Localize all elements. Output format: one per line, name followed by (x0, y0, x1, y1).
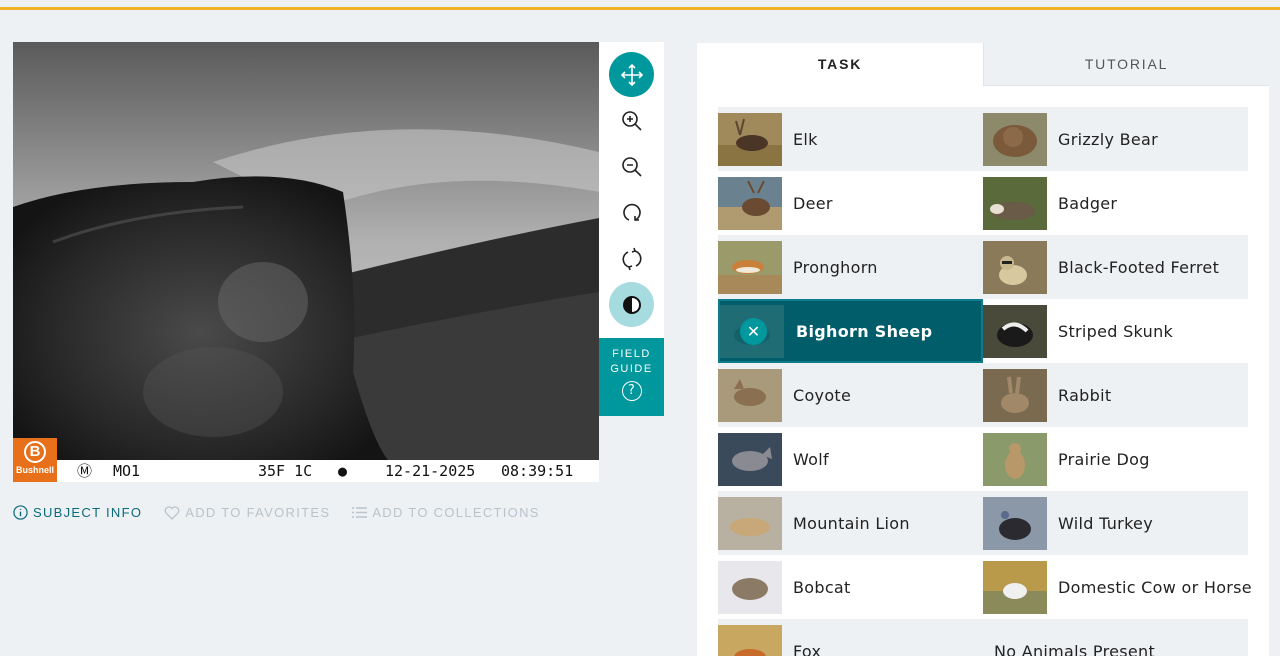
field-guide-button[interactable]: FIELD GUIDE ? (599, 338, 664, 416)
rotate-icon (622, 203, 641, 221)
choice-wolf[interactable]: Wolf (718, 427, 983, 491)
choice-elk[interactable]: Elk (718, 107, 983, 171)
task-tabs: TASK TUTORIAL (697, 43, 1269, 86)
pronghorn-thumbnail (718, 240, 782, 294)
choice-deer[interactable]: Deer (718, 171, 983, 235)
deselect-icon[interactable]: ✕ (740, 318, 767, 345)
fox-thumbnail (718, 624, 782, 656)
ferret-thumbnail (983, 240, 1047, 294)
choice-no-animals-present[interactable]: No Animals Present (983, 619, 1248, 656)
top-accent-bar (0, 0, 1280, 10)
cow-horse-thumbnail (983, 560, 1047, 614)
choice-label: Pronghorn (793, 257, 878, 277)
choice-label: Deer (793, 193, 833, 213)
reset-button[interactable] (609, 236, 654, 281)
wild-turkey-thumbnail (983, 496, 1047, 550)
camera-info-strip: Ⓜ MO1 35F 1C ● 12-21-2025 08:39:51 (13, 460, 599, 482)
camera-id: MO1 (113, 462, 141, 480)
choice-prairie-dog[interactable]: Prairie Dog (983, 427, 1248, 491)
subject-info-label: SUBJECT INFO (33, 504, 143, 520)
choice-mountain-lion[interactable]: Mountain Lion (718, 491, 983, 555)
choice-badger[interactable]: Badger (983, 171, 1248, 235)
add-to-favorites-button[interactable]: ADD TO FAVORITES (164, 503, 330, 521)
zoom-in-button[interactable] (609, 98, 654, 143)
brand-name: Bushnell (15, 465, 54, 475)
choice-label: Bighorn Sheep (796, 321, 933, 341)
field-guide-label-2: GUIDE (610, 363, 653, 375)
elk-thumbnail (718, 112, 782, 166)
choice-black-footed-ferret[interactable]: Black-Footed Ferret (983, 235, 1248, 299)
moon-phase-icon: ● (338, 462, 348, 480)
capture-date: 12-21-2025 (385, 462, 476, 480)
choice-fox[interactable]: Fox (718, 619, 983, 656)
trail-camera-photo (13, 42, 599, 482)
choice-label: Black-Footed Ferret (1058, 257, 1220, 277)
heart-icon (164, 505, 180, 520)
invert-icon (622, 295, 641, 314)
choice-label: Striped Skunk (1058, 321, 1174, 341)
rotate-button[interactable] (609, 190, 654, 235)
add-to-collections-label: ADD TO COLLECTIONS (372, 504, 540, 520)
move-icon (620, 63, 643, 86)
prairie-dog-thumbnail (983, 432, 1047, 486)
zoom-out-button[interactable] (609, 144, 654, 189)
choice-label: Prairie Dog (1058, 449, 1150, 469)
add-to-favorites-label: ADD TO FAVORITES (185, 504, 331, 520)
choice-label: Wolf (793, 449, 829, 469)
choice-label: Wild Turkey (1058, 513, 1153, 533)
capture-time: 08:39:51 (501, 462, 574, 480)
bobcat-thumbnail (718, 560, 782, 614)
badger-thumbnail (983, 176, 1047, 230)
tab-tutorial[interactable]: TUTORIAL (983, 43, 1269, 86)
tab-task[interactable]: TASK (697, 43, 983, 86)
mountain-lion-thumbnail (718, 496, 782, 550)
subject-image[interactable]: Ⓜ MO1 35F 1C ● 12-21-2025 08:39:51 B Bus… (13, 42, 599, 482)
move-button[interactable] (609, 52, 654, 97)
subject-info-button[interactable]: SUBJECT INFO (13, 503, 142, 521)
choice-bobcat[interactable]: Bobcat (718, 555, 983, 619)
choice-rabbit[interactable]: Rabbit (983, 363, 1248, 427)
subject-actions: SUBJECT INFO ADD TO FAVORITES ADD TO COL… (13, 503, 540, 521)
choice-striped-skunk[interactable]: Striped Skunk (983, 299, 1248, 363)
info-icon (13, 504, 28, 520)
coyote-thumbnail (718, 368, 782, 422)
brand-mark: B (24, 441, 46, 463)
add-to-collections-button[interactable]: ADD TO COLLECTIONS (352, 503, 539, 521)
zoom-out-icon (621, 156, 642, 177)
list-icon (352, 506, 368, 518)
choice-grizzly-bear[interactable]: Grizzly Bear (983, 107, 1248, 171)
choice-label: Domestic Cow or Horse (1058, 577, 1252, 597)
choice-label: Bobcat (793, 577, 851, 597)
wolf-thumbnail (718, 432, 782, 486)
choice-label: Rabbit (1058, 385, 1112, 405)
deer-thumbnail (718, 176, 782, 230)
choice-label: Mountain Lion (793, 513, 910, 533)
camera-brand-logo: B Bushnell (13, 438, 57, 482)
choice-label: Grizzly Bear (1058, 129, 1159, 149)
striped-skunk-thumbnail (983, 304, 1047, 358)
field-guide-label-1: FIELD (612, 348, 651, 360)
choice-bighorn-sheep[interactable]: ✕ Bighorn Sheep (718, 299, 983, 363)
rabbit-thumbnail (983, 368, 1047, 422)
choice-label: Elk (793, 129, 818, 149)
choice-label: Badger (1058, 193, 1118, 213)
choice-coyote[interactable]: Coyote (718, 363, 983, 427)
choice-label: No Animals Present (994, 641, 1156, 656)
grizzly-bear-thumbnail (983, 112, 1047, 166)
temperature: 35F 1C (258, 462, 313, 480)
choice-pronghorn[interactable]: Pronghorn (718, 235, 983, 299)
choice-domestic-cow-or-horse[interactable]: Domestic Cow or Horse (983, 555, 1252, 619)
choice-label: Fox (793, 641, 822, 656)
reset-icon (621, 247, 642, 270)
choice-wild-turkey[interactable]: Wild Turkey (983, 491, 1248, 555)
help-icon: ? (621, 381, 642, 401)
choice-label: Coyote (793, 385, 852, 405)
invert-button[interactable] (609, 282, 654, 327)
camera-mode-icon: Ⓜ (77, 462, 93, 480)
image-toolbar (599, 42, 664, 338)
task-panel: TASK TUTORIAL Elk Grizzly Bear Deer Badg… (697, 43, 1269, 656)
zoom-in-icon (621, 110, 642, 131)
